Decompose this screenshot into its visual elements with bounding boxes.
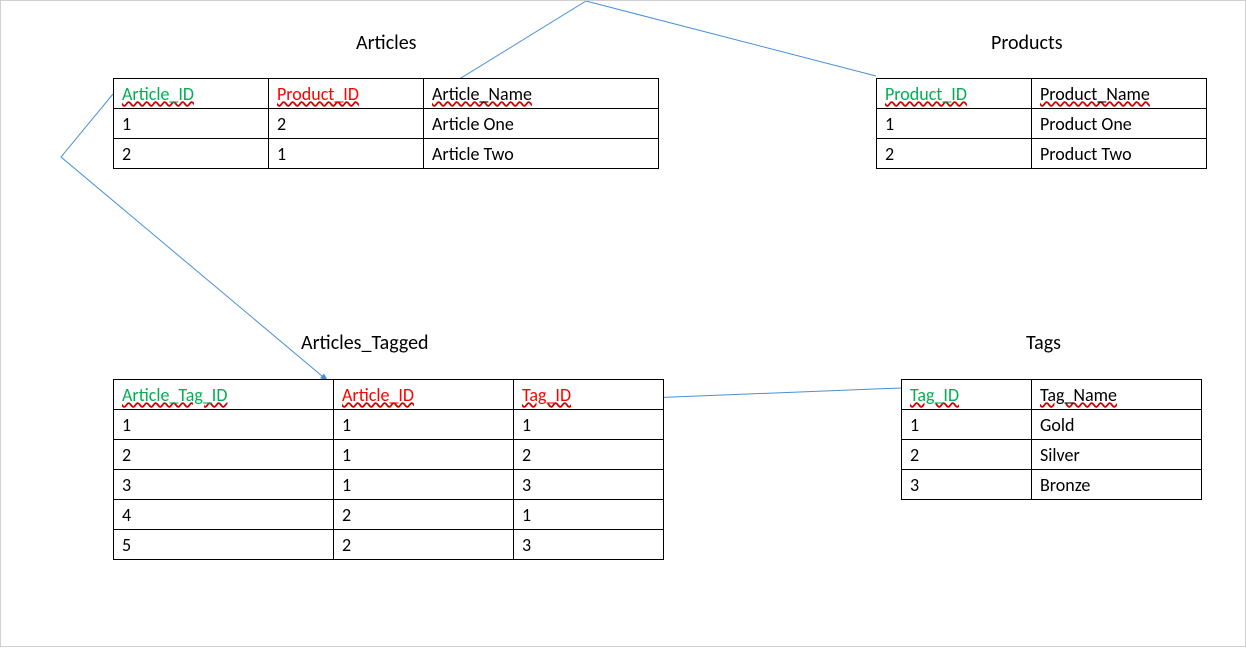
table-row: 2 1 Article Two	[114, 139, 659, 169]
cell: 1	[902, 410, 1032, 440]
cell: 2	[114, 139, 269, 169]
table-row: 1 1 1	[114, 410, 664, 440]
table-row: 2 1 2	[114, 440, 664, 470]
cell: 1	[334, 440, 514, 470]
table-row: 3 Bronze	[902, 470, 1202, 500]
articles-title: Articles	[356, 31, 417, 55]
col-product-id-pk: Product_ID	[885, 83, 967, 105]
table-row: 4 2 1	[114, 500, 664, 530]
cell: 2	[334, 500, 514, 530]
er-diagram-canvas: Articles Article_ID Product_ID Article_N…	[0, 0, 1246, 647]
cell: 1	[114, 109, 269, 139]
cell: 4	[114, 500, 334, 530]
cell: 2	[514, 440, 664, 470]
table-row: 1 2 Article One	[114, 109, 659, 139]
cell: 2	[902, 440, 1032, 470]
cell: 3	[902, 470, 1032, 500]
tags-title: Tags	[1026, 331, 1061, 355]
cell: 1	[334, 410, 514, 440]
table-row: 3 1 3	[114, 470, 664, 500]
table-row: 2 Silver	[902, 440, 1202, 470]
cell: 1	[114, 410, 334, 440]
articles-tagged-title: Articles_Tagged	[301, 331, 429, 355]
table-row: 1 Product One	[877, 109, 1207, 139]
cell: Article One	[424, 109, 659, 139]
articles-tagged-header-row: Article_Tag_ID Article_ID Tag_ID	[114, 380, 664, 410]
cell: 1	[514, 410, 664, 440]
col-article-id-fk: Article_ID	[342, 384, 414, 406]
articles-tagged-table: Article_Tag_ID Article_ID Tag_ID 1 1 1 2…	[113, 379, 664, 560]
products-header-row: Product_ID Product_Name	[877, 79, 1207, 109]
cell: 3	[114, 470, 334, 500]
table-row: 1 Gold	[902, 410, 1202, 440]
cell: 3	[514, 470, 664, 500]
col-product-id-fk: Product_ID	[277, 83, 359, 105]
products-table: Product_ID Product_Name 1 Product One 2 …	[876, 78, 1207, 169]
col-product-name: Product_Name	[1040, 83, 1150, 105]
cell: Gold	[1032, 410, 1202, 440]
cell: 3	[514, 530, 664, 560]
col-article-id: Article_ID	[122, 83, 194, 105]
cell: Article Two	[424, 139, 659, 169]
cell: 2	[334, 530, 514, 560]
cell: Product One	[1032, 109, 1207, 139]
col-tag-name: Tag_Name	[1040, 384, 1117, 406]
col-article-name: Article_Name	[432, 83, 532, 105]
cell: 1	[334, 470, 514, 500]
cell: 2	[269, 109, 424, 139]
col-tag-id-pk: Tag_ID	[910, 384, 959, 406]
articles-table: Article_ID Product_ID Article_Name 1 2 A…	[113, 78, 659, 169]
cell: 2	[877, 139, 1032, 169]
col-tag-id-fk: Tag_ID	[522, 384, 571, 406]
table-row: 2 Product Two	[877, 139, 1207, 169]
articles-header-row: Article_ID Product_ID Article_Name	[114, 79, 659, 109]
tags-header-row: Tag_ID Tag_Name	[902, 380, 1202, 410]
products-title: Products	[991, 31, 1063, 55]
col-article-tag-id: Article_Tag_ID	[122, 384, 227, 406]
cell: 2	[114, 440, 334, 470]
table-row: 5 2 3	[114, 530, 664, 560]
cell: Product Two	[1032, 139, 1207, 169]
cell: 1	[514, 500, 664, 530]
cell: 5	[114, 530, 334, 560]
tags-table: Tag_ID Tag_Name 1 Gold 2 Silver 3 Bronze	[901, 379, 1202, 500]
cell: Silver	[1032, 440, 1202, 470]
cell: 1	[269, 139, 424, 169]
cell: Bronze	[1032, 470, 1202, 500]
cell: 1	[877, 109, 1032, 139]
